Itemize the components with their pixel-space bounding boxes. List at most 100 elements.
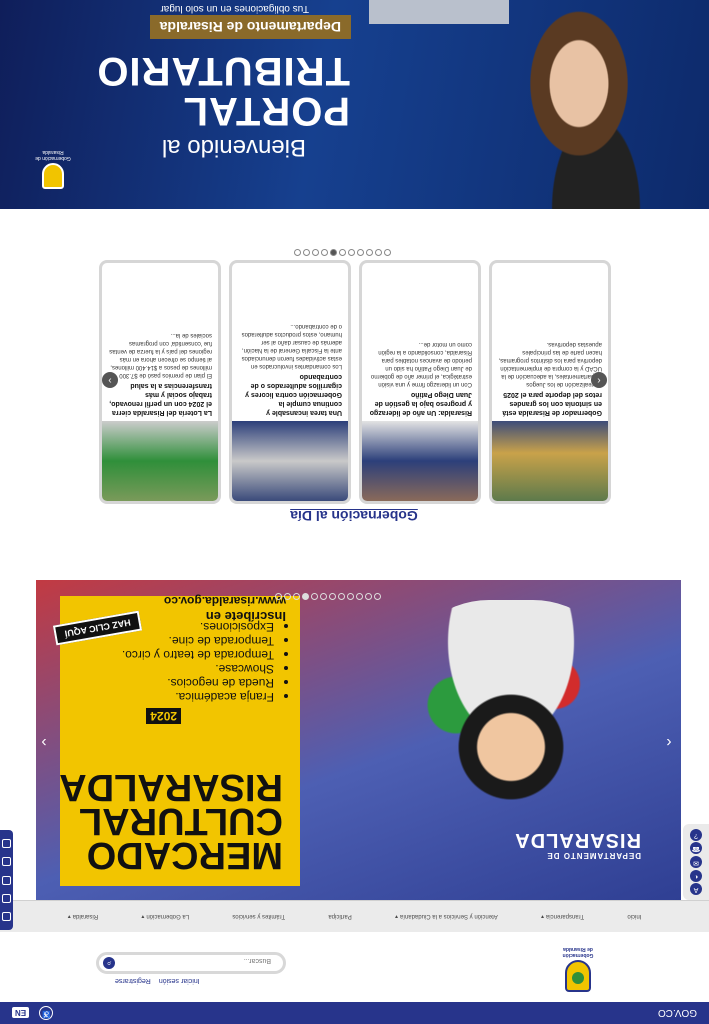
news-dot[interactable] bbox=[357, 249, 364, 256]
banner-dept-big: RISARALDA bbox=[514, 829, 641, 851]
carousel-dot[interactable] bbox=[275, 593, 282, 600]
news-card-image bbox=[232, 421, 348, 501]
news-card[interactable]: Risaralda: Un año de liderazgo y progres… bbox=[359, 260, 481, 504]
site-header: Gobernación de Risaralda ⌕ Iniciar sesió… bbox=[0, 932, 709, 1002]
news-card-title[interactable]: Una tarea incansable y continua cumple l… bbox=[232, 370, 348, 421]
news-card-text: Con un liderazgo firme y una visión estr… bbox=[370, 341, 472, 387]
news-card-title[interactable]: Gobernador de Risaralda está en sintonía… bbox=[492, 388, 608, 421]
banner-inscribete: Inscríbete en bbox=[205, 609, 286, 624]
nav-item-label: Inicio bbox=[627, 913, 642, 920]
facebook-icon[interactable] bbox=[2, 912, 11, 922]
nav-item-inicio[interactable]: Inicio bbox=[627, 914, 641, 920]
nav-item-tramites[interactable]: Trámites y servicios bbox=[232, 914, 285, 920]
banner-year: 2024 bbox=[146, 708, 181, 724]
accessibility-toolbar: A ◐ ✉ ☎ ? bbox=[683, 824, 709, 900]
news-dot[interactable] bbox=[321, 249, 328, 256]
main-carousel[interactable]: DEPARTAMENTO DE RISARALDA MERCADO CULTUR… bbox=[36, 580, 681, 900]
chevron-down-icon: ▾ bbox=[141, 913, 145, 919]
text-size-icon[interactable]: A bbox=[690, 883, 702, 896]
search-input[interactable] bbox=[129, 953, 273, 969]
nav-item-label: Trámites y servicios bbox=[232, 913, 286, 920]
banner-bullet: Rueda de negocios. bbox=[122, 676, 274, 690]
youtube-icon[interactable] bbox=[2, 857, 11, 867]
news-dot-active[interactable] bbox=[330, 249, 337, 256]
portal-title-line: PORTAL bbox=[182, 89, 350, 133]
news-dot[interactable] bbox=[375, 249, 382, 256]
language-button[interactable]: EN bbox=[12, 1007, 30, 1019]
news-next-icon[interactable]: › bbox=[102, 372, 118, 388]
portal-welcome: Bienvenido al bbox=[161, 134, 306, 161]
login-link[interactable]: Iniciar sesión bbox=[159, 977, 200, 984]
portal-title: PORTAL TRIBUTARIO bbox=[96, 49, 350, 133]
news-dot[interactable] bbox=[348, 249, 355, 256]
carousel-dot[interactable] bbox=[356, 593, 363, 600]
nav-item-label: Transparencia bbox=[545, 913, 585, 919]
govco-topbar: GOV.CO ♿ EN bbox=[0, 1002, 709, 1024]
portal-tributario-banner[interactable]: Bienvenido al PORTAL TRIBUTARIO Departam… bbox=[0, 0, 709, 209]
carousel-dots bbox=[275, 593, 381, 600]
instagram-icon[interactable] bbox=[2, 875, 11, 885]
nav-item-transparencia[interactable]: Transparencia▾ bbox=[541, 913, 584, 920]
nav-item-gobernacion[interactable]: La Gobernación▾ bbox=[141, 913, 189, 920]
nav-item-atencion[interactable]: Atención y Servicios a la Ciudadanía▾ bbox=[395, 913, 498, 920]
carousel-prev-icon[interactable]: ‹ bbox=[661, 732, 677, 752]
nav-item-label: Participa bbox=[328, 913, 352, 920]
carousel-dot[interactable] bbox=[329, 593, 336, 600]
govco-brand[interactable]: GOV.CO bbox=[658, 1008, 697, 1019]
contrast-icon[interactable]: ◐ bbox=[690, 869, 702, 882]
news-card-text: Los comandantes involucrados en estas ac… bbox=[241, 323, 342, 369]
banner-dept-small: DEPARTAMENTO DE bbox=[546, 851, 641, 860]
carousel-next-icon[interactable]: › bbox=[36, 732, 52, 752]
carousel-dot[interactable] bbox=[338, 593, 345, 600]
tiktok-icon[interactable] bbox=[2, 838, 11, 848]
banner-bullet: Temporada de teatro y circo. bbox=[122, 648, 274, 662]
banner-title-line: CULTURAL bbox=[78, 800, 283, 842]
news-dot[interactable] bbox=[384, 249, 391, 256]
banner-bullet: Franja académica. bbox=[122, 690, 274, 704]
news-dot[interactable] bbox=[303, 249, 310, 256]
phone-icon[interactable]: ☎ bbox=[690, 842, 702, 855]
news-card-image bbox=[362, 421, 478, 501]
laptop-image bbox=[369, 0, 509, 24]
carousel-dot[interactable] bbox=[365, 593, 372, 600]
chat-icon[interactable]: ✉ bbox=[690, 856, 702, 869]
portal-dept-badge: Departamento de Risaralda bbox=[149, 15, 351, 39]
news-dots bbox=[294, 249, 391, 256]
banner-title-line: MERCADO bbox=[86, 834, 283, 876]
carousel-dot[interactable] bbox=[293, 593, 300, 600]
search-box: ⌕ bbox=[96, 952, 286, 974]
news-dot[interactable] bbox=[366, 249, 373, 256]
news-card-image bbox=[102, 421, 218, 501]
accessibility-icon[interactable]: ♿ bbox=[39, 1006, 54, 1020]
carousel-dot[interactable] bbox=[320, 593, 327, 600]
social-sidebar bbox=[0, 830, 13, 930]
banner-bullet: Showcase. bbox=[122, 662, 274, 676]
carousel-dot[interactable] bbox=[374, 593, 381, 600]
help-icon[interactable]: ? bbox=[690, 828, 702, 841]
news-prev-icon[interactable]: ‹ bbox=[591, 372, 607, 388]
search-icon[interactable]: ⌕ bbox=[103, 957, 115, 969]
portal-logo: Gobernación de Risaralda bbox=[33, 149, 73, 189]
nav-item-risaralda[interactable]: Risaralda▾ bbox=[68, 913, 98, 920]
news-dot[interactable] bbox=[339, 249, 346, 256]
nav-item-participa[interactable]: Participa bbox=[328, 914, 351, 920]
carousel-dot[interactable] bbox=[311, 593, 318, 600]
news-card[interactable]: Una tarea incansable y continua cumple l… bbox=[229, 260, 351, 504]
news-card-image bbox=[492, 421, 608, 501]
news-dot[interactable] bbox=[294, 249, 301, 256]
x-icon[interactable] bbox=[2, 893, 11, 903]
carousel-dot[interactable] bbox=[347, 593, 354, 600]
news-carousel: Gobernador de Risaralda está en sintonía… bbox=[98, 260, 611, 504]
chevron-down-icon: ▾ bbox=[67, 913, 71, 919]
news-dot[interactable] bbox=[312, 249, 319, 256]
site-logo[interactable]: Gobernación de Risaralda bbox=[559, 942, 597, 992]
register-link[interactable]: Registrarse bbox=[115, 977, 151, 984]
carousel-dot[interactable] bbox=[284, 593, 291, 600]
banner-url[interactable]: www.risaralda.gov.co bbox=[164, 594, 286, 608]
news-card-title[interactable]: La Lotería del Risaralda cierra el 2024 … bbox=[102, 379, 218, 421]
news-card-title[interactable]: Risaralda: Un año de liderazgo y progres… bbox=[362, 388, 478, 421]
carousel-dot-active[interactable] bbox=[302, 593, 309, 600]
chevron-down-icon: ▾ bbox=[394, 913, 398, 919]
portal-title-line: TRIBUTARIO bbox=[96, 49, 350, 93]
logo-text: Gobernación de Risaralda bbox=[562, 946, 594, 958]
